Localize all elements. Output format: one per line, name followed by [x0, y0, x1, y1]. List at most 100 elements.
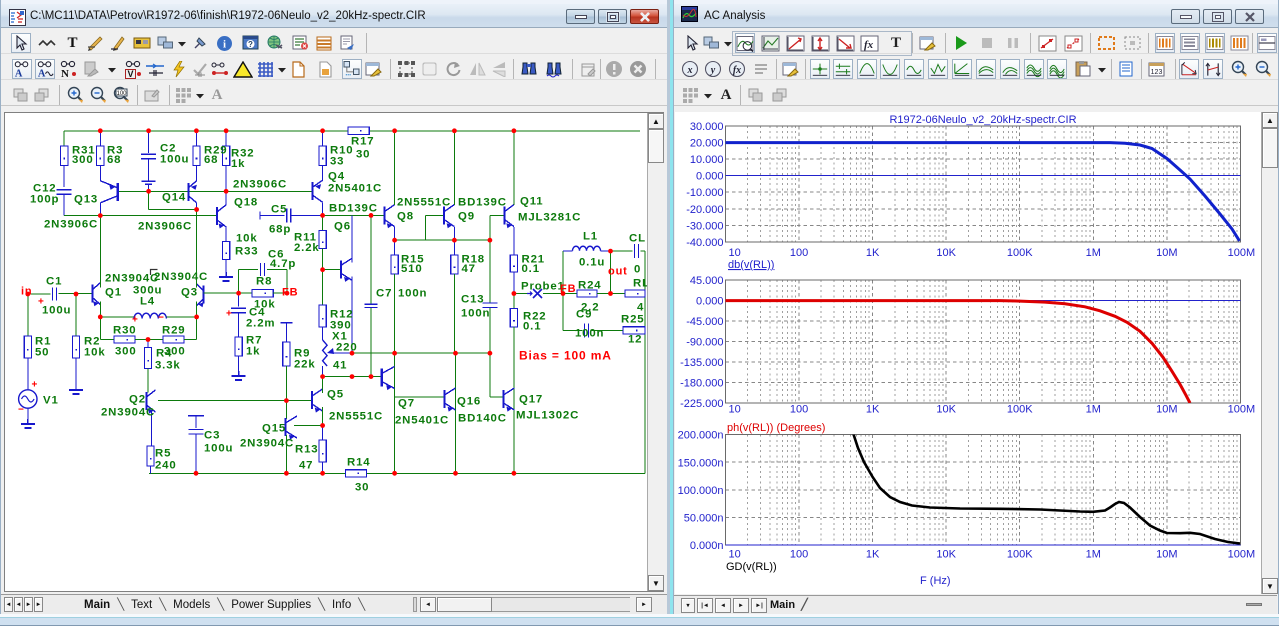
svg-text:ph(v(RL)) (Degrees): ph(v(RL)) (Degrees) [727, 422, 825, 434]
svg-text:db(v(RL)): db(v(RL)) [728, 259, 774, 271]
svg-text:Q18: Q18 [234, 197, 258, 209]
svg-text:C9: C9 [576, 309, 592, 321]
svg-text:0: 0 [634, 264, 641, 276]
svg-text:47: 47 [462, 263, 476, 275]
svg-text:41: 41 [333, 360, 347, 372]
svg-text:510: 510 [401, 263, 423, 275]
svg-text:−: − [158, 313, 165, 324]
svg-text:100K: 100K [1007, 404, 1033, 416]
svg-text:100u: 100u [204, 443, 233, 455]
svg-text:R5: R5 [155, 448, 171, 460]
svg-text:C3: C3 [204, 430, 220, 442]
svg-text:-10.000: -10.000 [686, 187, 723, 199]
svg-text:L1: L1 [583, 231, 598, 243]
svg-text:Q6: Q6 [334, 221, 351, 233]
svg-text:2.2k: 2.2k [294, 242, 320, 254]
svg-text:33: 33 [330, 156, 344, 168]
svg-text:100: 100 [790, 549, 808, 561]
svg-text:12: 12 [628, 334, 642, 346]
svg-text:68: 68 [107, 154, 121, 166]
svg-text:10: 10 [729, 549, 741, 561]
svg-text:47: 47 [299, 460, 313, 472]
svg-text:-225.000: -225.000 [680, 398, 723, 410]
svg-text:out: out [608, 266, 628, 278]
svg-text:1M: 1M [1086, 404, 1101, 416]
svg-text:R17: R17 [351, 136, 374, 148]
svg-text:10M: 10M [1156, 549, 1177, 561]
svg-text:+: + [132, 315, 139, 326]
svg-text:MJL1302C: MJL1302C [516, 410, 579, 422]
svg-text:100: 100 [116, 91, 127, 97]
svg-text:-30.000: -30.000 [686, 220, 723, 232]
svg-text:GD(v(RL)): GD(v(RL)) [726, 561, 777, 573]
svg-text:2N3906C: 2N3906C [44, 219, 98, 231]
svg-text:-45.000: -45.000 [686, 316, 723, 328]
svg-text:Q2: Q2 [129, 394, 146, 406]
svg-text:1K: 1K [866, 247, 880, 259]
svg-text:10: 10 [729, 404, 741, 416]
svg-text:Q14: Q14 [162, 192, 186, 204]
svg-text:-20.000: -20.000 [686, 204, 723, 216]
svg-text:68p: 68p [269, 224, 291, 236]
svg-text:100M: 100M [1228, 549, 1256, 561]
svg-text:300: 300 [72, 154, 94, 166]
svg-text:2N3906C: 2N3906C [138, 221, 192, 233]
svg-text:R24: R24 [578, 280, 601, 292]
svg-text:50.000n: 50.000n [684, 513, 724, 525]
svg-text:2N3906C: 2N3906C [233, 179, 287, 191]
svg-text:2N5401C: 2N5401C [395, 415, 449, 427]
svg-text:Probe1: Probe1 [521, 281, 565, 293]
svg-text:300: 300 [115, 346, 137, 358]
svg-text:2N3904C: 2N3904C [240, 438, 294, 450]
svg-text:2N3904C: 2N3904C [101, 407, 155, 419]
svg-text:150.000n: 150.000n [678, 457, 724, 469]
svg-text:R13: R13 [295, 444, 318, 456]
svg-text:200.000n: 200.000n [678, 430, 724, 442]
svg-text:MJL3281C: MJL3281C [518, 212, 581, 224]
svg-text:1K: 1K [866, 404, 880, 416]
svg-text:Q4: Q4 [328, 171, 345, 183]
svg-text:100u: 100u [160, 154, 189, 166]
svg-text:−: − [18, 405, 25, 416]
svg-text:2N5551C: 2N5551C [329, 411, 383, 423]
svg-text:22k: 22k [294, 359, 316, 371]
svg-text:Q15: Q15 [262, 423, 286, 435]
svg-text:+: + [226, 309, 233, 320]
svg-text:Q5: Q5 [327, 389, 344, 401]
svg-text:100p: 100p [30, 194, 59, 206]
svg-text:Q7: Q7 [398, 398, 415, 410]
svg-text:Q8: Q8 [397, 211, 414, 223]
svg-text:N: N [61, 68, 69, 79]
svg-text:4: 4 [637, 302, 644, 314]
svg-text:0.000: 0.000 [696, 171, 724, 183]
svg-text:100K: 100K [1007, 247, 1033, 259]
svg-text:FB: FB [560, 283, 576, 295]
svg-text:Q17: Q17 [519, 394, 543, 406]
svg-text:3.3k: 3.3k [155, 360, 181, 372]
svg-text:100.000n: 100.000n [678, 485, 724, 497]
svg-text:FB: FB [282, 287, 298, 299]
svg-text:10M: 10M [1156, 404, 1177, 416]
svg-text:-135.000: -135.000 [680, 357, 723, 369]
svg-text:10K: 10K [936, 549, 956, 561]
svg-text:10k: 10k [236, 233, 258, 245]
svg-text:BD139C: BD139C [329, 203, 378, 215]
svg-text:C5: C5 [271, 204, 287, 216]
svg-text:45.000: 45.000 [690, 275, 724, 287]
svg-text:2N3904C: 2N3904C [105, 273, 159, 285]
svg-text:30.000: 30.000 [690, 121, 724, 133]
svg-text:100M: 100M [1228, 247, 1256, 259]
svg-text:-40.000: -40.000 [686, 237, 723, 249]
svg-text:Q9: Q9 [458, 211, 475, 223]
svg-text:R4: R4 [156, 348, 172, 360]
svg-text:2N5551C: 2N5551C [397, 197, 451, 209]
svg-text:1M: 1M [1086, 247, 1101, 259]
svg-text:Q13: Q13 [74, 194, 98, 206]
svg-text:2N5401C: 2N5401C [328, 183, 382, 195]
svg-text:0.1: 0.1 [522, 263, 540, 275]
svg-text:fx: fx [733, 65, 741, 76]
svg-text:+: + [32, 380, 39, 391]
svg-text:Q3: Q3 [181, 287, 198, 299]
svg-text:0.000: 0.000 [696, 295, 724, 307]
svg-text:in: in [21, 286, 32, 298]
